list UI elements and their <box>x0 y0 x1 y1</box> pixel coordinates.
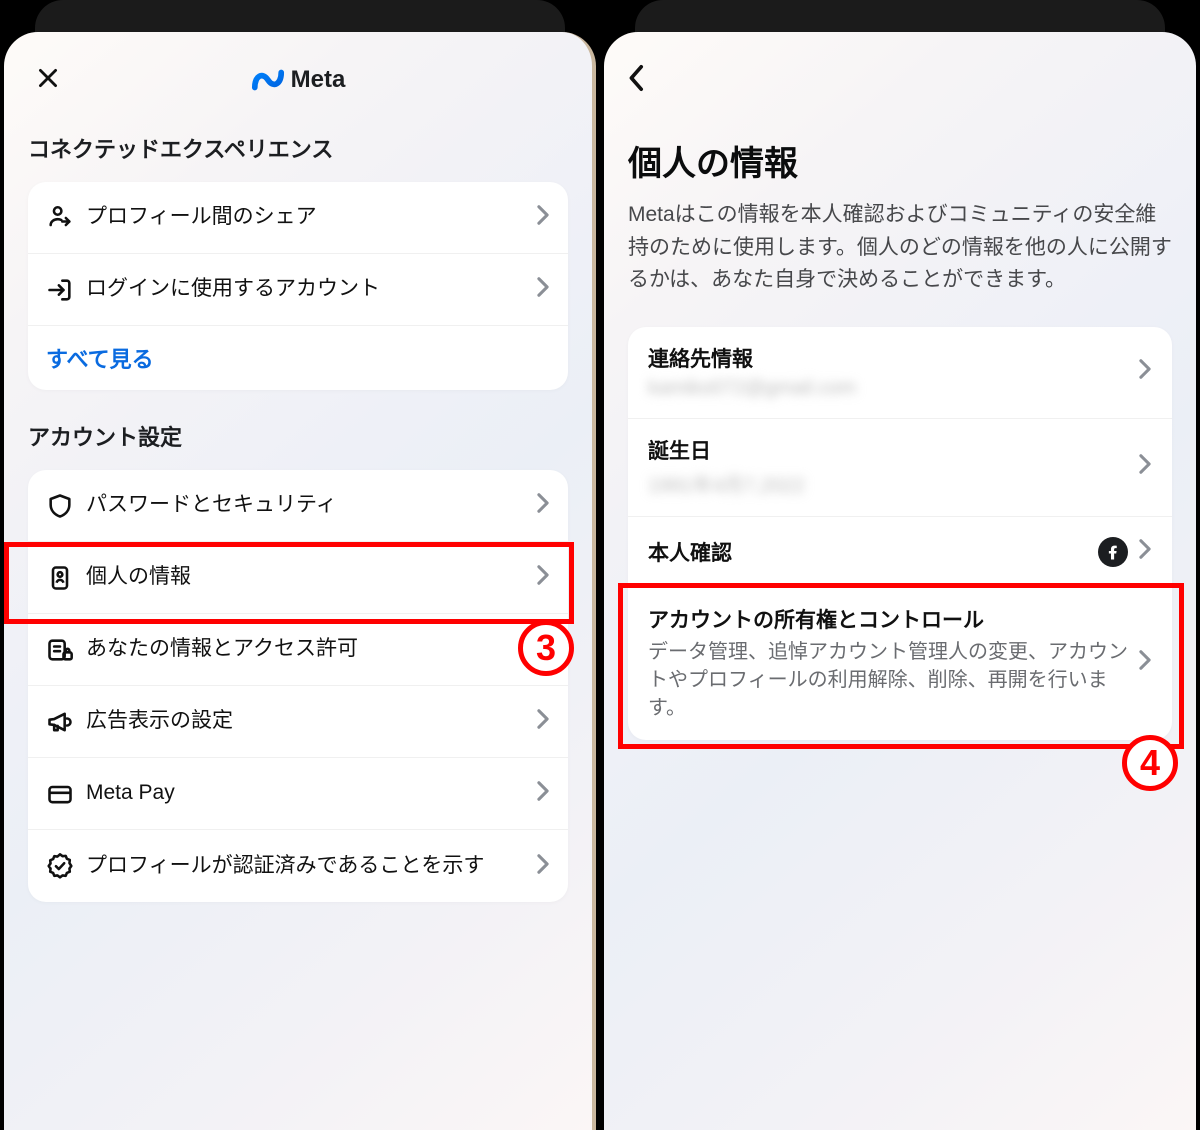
sheet: Meta コネクテッドエクスペリエンス プロフィール間のシェア <box>4 32 596 1130</box>
meta-brand: Meta <box>251 66 346 94</box>
row-value-blurred: 1991年4月7,2022 <box>648 469 1130 498</box>
login-account-icon <box>46 276 86 304</box>
card-personal-info: 連絡先情報 kamiko072@gmail.com 誕生日 1991年4月7,2… <box>628 327 1172 740</box>
annotation-badge-4: 4 <box>1122 735 1178 791</box>
row-birthday[interactable]: 誕生日 1991年4月7,2022 <box>628 419 1172 517</box>
row-profile-share[interactable]: プロフィール間のシェア <box>28 182 568 254</box>
access-icon <box>46 636 86 664</box>
row-label: 広告表示の設定 <box>86 707 536 735</box>
card-connected: プロフィール間のシェア ログインに使用するアカウント すべて <box>28 182 568 390</box>
row-label: アカウントの所有権とコントロール <box>648 604 1130 634</box>
close-button[interactable] <box>28 60 68 100</box>
row-label: ログインに使用するアカウント <box>86 275 536 303</box>
row-password-security[interactable]: パスワードとセキュリティ <box>28 470 568 542</box>
row-label: 本人確認 <box>648 537 1090 567</box>
card-icon <box>46 780 86 808</box>
header: Meta <box>28 60 568 100</box>
row-login-account[interactable]: ログインに使用するアカウント <box>28 254 568 326</box>
row-ad-prefs[interactable]: 広告表示の設定 <box>28 686 568 758</box>
row-label: プロフィールが認証済みであることを示す <box>86 852 536 880</box>
row-description: データ管理、追悼アカウント管理人の変更、アカウントやプロフィールの利用解除、削除… <box>648 638 1130 722</box>
chevron-right-icon <box>536 636 550 663</box>
chevron-right-icon <box>536 492 550 519</box>
chevron-right-icon <box>536 276 550 303</box>
id-card-icon <box>46 564 86 592</box>
section-title-account: アカウント設定 <box>28 420 568 452</box>
chevron-right-icon <box>1138 538 1152 565</box>
megaphone-icon <box>46 708 86 736</box>
chevron-right-icon <box>536 564 550 591</box>
row-label: 誕生日 <box>648 435 1130 465</box>
page-description: Metaはこの情報を本人確認およびコミュニティの安全維持のために使用します。個人… <box>628 199 1172 297</box>
facebook-icon <box>1098 537 1128 567</box>
row-label: 連絡先情報 <box>648 343 1130 373</box>
meta-brand-text: Meta <box>291 66 346 94</box>
chevron-left-icon <box>628 64 646 97</box>
card-account-settings: パスワードとセキュリティ 個人の情報 <box>28 470 568 902</box>
see-all-label: すべて見る <box>46 342 154 374</box>
row-verified[interactable]: プロフィールが認証済みであることを示す <box>28 830 568 902</box>
row-label: Meta Pay <box>86 779 536 807</box>
row-label: あなたの情報とアクセス許可 <box>86 635 536 663</box>
close-icon <box>35 65 61 96</box>
chevron-right-icon <box>536 780 550 807</box>
row-ownership-control[interactable]: アカウントの所有権とコントロール データ管理、追悼アカウント管理人の変更、アカウ… <box>628 588 1172 740</box>
section-title-connected: コネクテッドエクスペリエンス <box>28 132 568 164</box>
chevron-right-icon <box>536 853 550 880</box>
row-meta-pay[interactable]: Meta Pay <box>28 758 568 830</box>
chevron-right-icon <box>1138 358 1152 385</box>
row-value-blurred: kamiko072@gmail.com <box>648 377 1130 400</box>
verified-icon <box>46 852 86 880</box>
chevron-right-icon <box>1138 649 1152 676</box>
sheet: 個人の情報 Metaはこの情報を本人確認およびコミュニティの安全維持のために使用… <box>604 32 1196 1130</box>
shield-icon <box>46 492 86 520</box>
row-label: 個人の情報 <box>86 563 536 591</box>
chevron-right-icon <box>536 708 550 735</box>
chevron-right-icon <box>1138 453 1152 480</box>
chevron-right-icon <box>536 204 550 231</box>
row-label: パスワードとセキュリティ <box>86 491 536 519</box>
back-button[interactable] <box>628 60 678 100</box>
share-profile-icon <box>46 204 86 232</box>
page-title: 個人の情報 <box>628 136 1172 185</box>
row-label: プロフィール間のシェア <box>86 203 536 231</box>
row-personal-info[interactable]: 個人の情報 <box>28 542 568 614</box>
row-info-access[interactable]: あなたの情報とアクセス許可 <box>28 614 568 686</box>
row-identity-verify[interactable]: 本人確認 <box>628 517 1172 588</box>
row-see-all[interactable]: すべて見る <box>28 326 568 390</box>
row-contact-info[interactable]: 連絡先情報 kamiko072@gmail.com <box>628 327 1172 419</box>
meta-logo-icon <box>251 68 285 92</box>
header <box>628 60 1172 100</box>
